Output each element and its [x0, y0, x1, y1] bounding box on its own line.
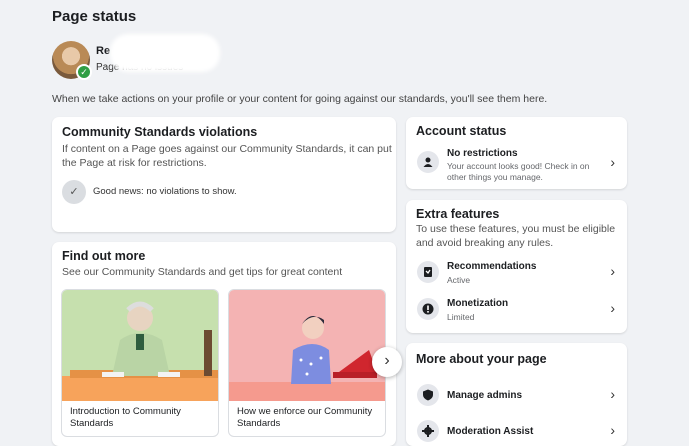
violations-subtitle: If content on a Page goes against our Co… — [62, 143, 392, 169]
find-out-more-subtitle: See our Community Standards and get tips… — [62, 266, 343, 278]
extra-features-subtitle: To use these features, you must be eligi… — [416, 223, 616, 249]
moderation-assist-row[interactable]: Moderation Assist › — [406, 419, 627, 445]
redaction-overlay — [110, 34, 220, 72]
monetization-label: Monetization — [447, 298, 509, 309]
extra-features-card: Extra features To use these features, yo… — [406, 200, 627, 333]
alert-icon — [417, 298, 439, 320]
check-icon: ✓ — [76, 64, 92, 80]
no-restrictions-label: No restrictions — [447, 148, 518, 159]
check-circle-icon: ✓ — [62, 180, 86, 204]
find-out-more-title: Find out more — [62, 249, 146, 263]
moderation-assist-label: Moderation Assist — [447, 426, 534, 437]
intro-text: When we take actions on your profile or … — [52, 93, 548, 105]
chevron-right-icon: › — [610, 300, 615, 316]
page-name: Re — [96, 45, 111, 57]
account-status-title: Account status — [416, 124, 507, 138]
no-restrictions-desc: Your account looks good! Check in on oth… — [447, 161, 590, 182]
extra-features-title: Extra features — [416, 207, 500, 221]
standards-intro-card[interactable]: Introduction to Community Standards — [61, 289, 219, 437]
chevron-right-icon[interactable]: › — [610, 154, 615, 170]
recommendations-row[interactable]: Recommendations Active › — [406, 258, 627, 288]
gear-icon — [417, 420, 439, 442]
manage-admins-row[interactable]: Manage admins › — [406, 383, 627, 409]
enforce-standards-card[interactable]: How we enforce our Community Standards — [228, 289, 386, 437]
violations-status: Good news: no violations to show. — [93, 186, 237, 197]
find-out-more-card: Find out more See our Community Standard… — [52, 242, 396, 446]
account-status-card: Account status No restrictions Your acco… — [406, 117, 627, 189]
person-icon — [417, 151, 439, 173]
recommendations-status: Active — [447, 275, 471, 285]
monetization-row[interactable]: Monetization Limited › — [406, 295, 627, 325]
chevron-right-icon: › — [610, 386, 615, 402]
shield-icon — [417, 384, 439, 406]
violations-title: Community Standards violations — [62, 125, 258, 139]
manage-admins-label: Manage admins — [447, 390, 523, 401]
chevron-right-icon: › — [610, 422, 615, 438]
violations-card: Community Standards violations If conten… — [52, 117, 396, 232]
elderly-man-illustration — [62, 290, 218, 401]
woman-laptop-illustration — [229, 290, 385, 401]
monetization-status: Limited — [447, 312, 475, 322]
more-about-card: More about your page Manage admins › Mod… — [406, 343, 627, 446]
standards-intro-caption: Introduction to Community Standards — [70, 406, 181, 429]
recommendations-label: Recommendations — [447, 261, 537, 272]
chevron-right-icon: › — [610, 263, 615, 279]
more-about-title: More about your page — [416, 352, 547, 366]
carousel-next-button[interactable]: › — [372, 347, 402, 377]
recommendations-icon — [417, 261, 439, 283]
enforce-standards-caption: How we enforce our Community Standards — [237, 406, 373, 429]
page-title: Page status — [52, 8, 137, 25]
